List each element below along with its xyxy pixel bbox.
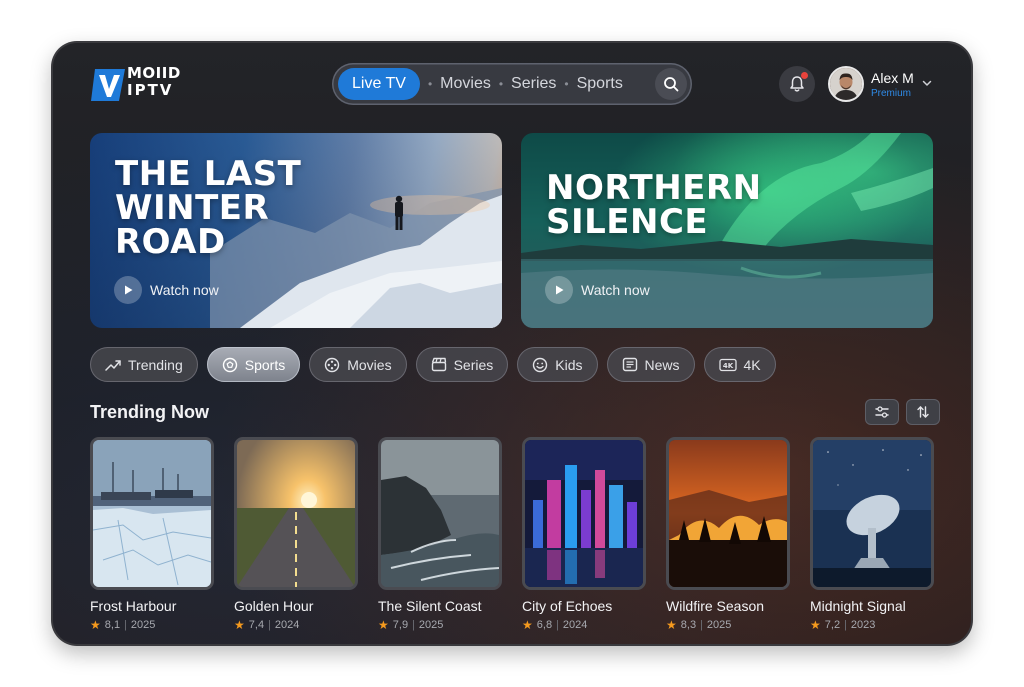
app-logo[interactable]: MOIID IPTV xyxy=(91,65,195,103)
watch-now-label: Watch now xyxy=(581,282,650,298)
trending-icon xyxy=(105,358,121,372)
card-year: 2024 xyxy=(562,619,588,631)
logo-mark-icon xyxy=(91,69,125,101)
card-year: 2024 xyxy=(274,619,300,631)
poster-frost-harbour xyxy=(90,437,214,590)
card-meta: ★ 8,3 | 2025 xyxy=(666,618,732,632)
card-title: City of Echoes xyxy=(522,598,613,614)
card-meta: ★ 6,8 | 2024 xyxy=(522,618,588,632)
hero-card-northern-silence[interactable]: NORTHERN SILENCE Watch now xyxy=(521,133,933,328)
search-icon xyxy=(664,77,679,92)
sort-button[interactable] xyxy=(906,399,940,425)
chip-series[interactable]: Series xyxy=(415,347,509,382)
chevron-down-icon xyxy=(922,80,932,86)
film-reel-icon xyxy=(324,357,340,373)
play-icon xyxy=(545,276,573,304)
card-title: Wildfire Season xyxy=(666,598,765,614)
watch-now-button[interactable]: Watch now xyxy=(545,276,650,304)
app-window: MOIID IPTV Live TV • Movies • Series • S… xyxy=(51,41,973,646)
card-meta: ★ 7,2 | 2023 xyxy=(810,618,876,632)
card-title: Midnight Signal xyxy=(810,598,906,614)
sort-icon xyxy=(917,406,929,418)
chip-trending[interactable]: Trending xyxy=(90,347,198,382)
search-button[interactable] xyxy=(655,68,687,100)
user-menu[interactable]: Alex M Premium xyxy=(828,65,932,103)
card-year: 2025 xyxy=(130,619,156,631)
trending-card[interactable]: Frost Harbour ★ 8,1 | 2025 xyxy=(90,437,214,632)
filter-button[interactable] xyxy=(865,399,899,425)
hero-title: THE LAST WINTER ROAD xyxy=(115,154,302,262)
logo-line2: IPTV xyxy=(127,81,174,99)
user-name: Alex M xyxy=(871,69,914,86)
card-meta: ★ 7,9 | 2025 xyxy=(378,618,444,632)
trending-card[interactable]: Golden Hour ★ 7,4 | 2024 xyxy=(234,437,358,632)
trending-card[interactable]: Midnight Signal ★ 7,2 | 2023 xyxy=(810,437,934,632)
nav-tab-live-tv[interactable]: Live TV xyxy=(338,68,420,100)
watch-now-button[interactable]: Watch now xyxy=(114,276,219,304)
chip-movies[interactable]: Movies xyxy=(309,347,407,382)
card-year: 2025 xyxy=(706,619,732,631)
poster-golden-hour xyxy=(234,437,358,590)
star-icon: ★ xyxy=(234,618,245,632)
card-year: 2023 xyxy=(850,619,876,631)
star-icon: ★ xyxy=(522,618,533,632)
play-icon xyxy=(114,276,142,304)
watch-now-label: Watch now xyxy=(150,282,219,298)
avatar xyxy=(828,66,864,102)
card-rating: 6,8 xyxy=(536,619,553,631)
chip-sports[interactable]: Sports xyxy=(206,347,301,382)
nav-tab-movies[interactable]: Movies xyxy=(440,75,491,93)
poster-city-of-echoes xyxy=(522,437,646,590)
star-icon: ★ xyxy=(666,618,677,632)
clapperboard-icon xyxy=(431,357,447,372)
hero-title: NORTHERN SILENCE xyxy=(546,168,762,242)
notification-badge xyxy=(801,72,808,79)
nav-tab-series[interactable]: Series xyxy=(511,75,556,93)
user-plan-badge: Premium xyxy=(871,87,912,99)
nav-tab-sports[interactable]: Sports xyxy=(577,75,623,93)
poster-the-silent-coast xyxy=(378,437,502,590)
card-rating: 8,3 xyxy=(680,619,697,631)
chip-kids[interactable]: Kids xyxy=(517,347,598,382)
category-chips: Trending Sports Movies Series Kids News … xyxy=(90,347,785,382)
star-icon: ★ xyxy=(810,618,821,632)
logo-line1: MOIID xyxy=(127,64,181,82)
card-meta: ★ 7,4 | 2024 xyxy=(234,618,300,632)
ball-icon xyxy=(222,357,238,373)
card-meta: ★ 8,1 | 2025 xyxy=(90,618,156,632)
avatar-portrait-icon xyxy=(830,68,862,100)
trending-list: Frost Harbour ★ 8,1 | 2025 Golden Hour ★… xyxy=(90,437,954,632)
trending-card[interactable]: Wildfire Season ★ 8,3 | 2025 xyxy=(666,437,790,632)
star-icon: ★ xyxy=(90,618,101,632)
card-title: The Silent Coast xyxy=(378,598,482,614)
chip-4k[interactable]: 4K 4K xyxy=(703,347,776,382)
poster-midnight-signal xyxy=(810,437,934,590)
card-rating: 7,4 xyxy=(248,619,265,631)
newspaper-icon xyxy=(622,357,638,372)
svg-text:4K: 4K xyxy=(722,362,733,370)
chip-news[interactable]: News xyxy=(606,347,695,382)
4k-icon: 4K xyxy=(718,358,737,372)
list-tools xyxy=(858,399,940,425)
main-nav: Live TV • Movies • Series • Sports xyxy=(332,63,692,105)
card-rating: 7,9 xyxy=(392,619,409,631)
smiley-icon xyxy=(532,357,548,373)
card-rating: 8,1 xyxy=(104,619,121,631)
card-title: Golden Hour xyxy=(234,598,314,614)
card-rating: 7,2 xyxy=(824,619,841,631)
star-icon: ★ xyxy=(378,618,389,632)
card-year: 2025 xyxy=(418,619,444,631)
poster-wildfire-season xyxy=(666,437,790,590)
filter-icon xyxy=(875,406,889,418)
trending-card[interactable]: The Silent Coast ★ 7,9 | 2025 xyxy=(378,437,502,632)
notifications-button[interactable] xyxy=(779,66,815,102)
section-title: Trending Now xyxy=(90,402,209,422)
trending-card[interactable]: City of Echoes ★ 6,8 | 2024 xyxy=(522,437,646,632)
card-title: Frost Harbour xyxy=(90,598,177,614)
hero-card-last-winter-road[interactable]: THE LAST WINTER ROAD Watch now xyxy=(90,133,502,328)
